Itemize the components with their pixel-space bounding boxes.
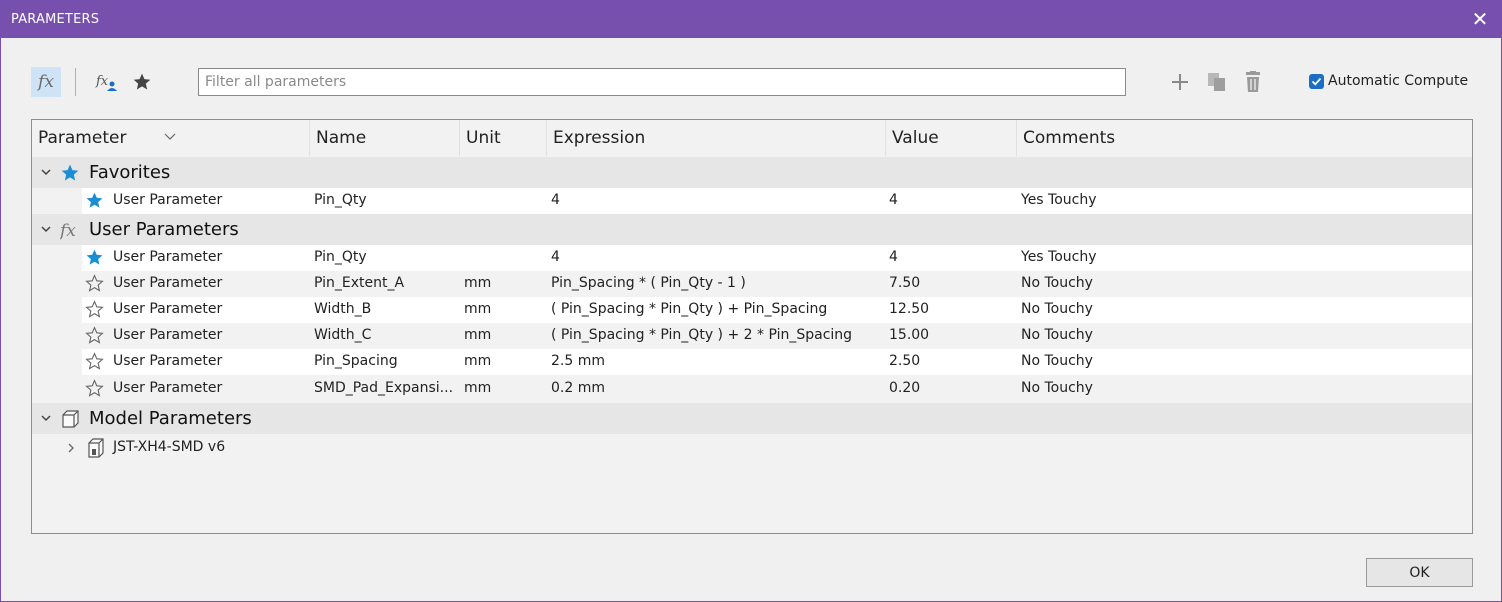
cell-name[interactable]: Pin_Extent_A [314, 275, 456, 291]
dialog-title: PARAMETERS [11, 12, 100, 27]
close-icon[interactable]: ✕ [1469, 8, 1491, 30]
cell-parameter: User Parameter [113, 380, 223, 396]
cell-name[interactable]: Pin_Qty [314, 249, 456, 265]
fx-icon[interactable]: fx [31, 67, 61, 97]
cell-comment[interactable]: No Touchy [1021, 275, 1421, 291]
cell-name[interactable]: SMD_Pad_Expansi... [314, 380, 456, 396]
table-row[interactable]: User Parameter Pin_Spacing mm 2.5 mm 2.5… [82, 349, 1472, 375]
sort-caret-icon [164, 120, 176, 157]
table-row[interactable]: User Parameter SMD_Pad_Expansi... mm 0.2… [82, 376, 1472, 402]
group-model-parameters[interactable]: Model Parameters [32, 403, 1472, 434]
star-filled-icon [60, 163, 80, 183]
checkbox-checked-icon[interactable] [1309, 73, 1324, 89]
cell-comment[interactable]: No Touchy [1021, 353, 1421, 369]
cell-value: 15.00 [889, 327, 930, 343]
column-header-name[interactable]: Name [310, 120, 460, 156]
table-row[interactable]: User Parameter Width_B mm ( Pin_Spacing … [82, 297, 1472, 323]
chevron-down-icon[interactable] [40, 412, 52, 424]
model-component-row[interactable]: JST-XH4-SMD v6 [62, 436, 362, 460]
toolbar: fx fx Automatic Compute [1, 38, 1501, 118]
cell-value: 2.50 [889, 353, 921, 369]
cell-parameter: User Parameter [113, 301, 223, 317]
star-outline-icon[interactable] [85, 379, 104, 398]
cell-name[interactable]: Pin_Spacing [314, 353, 456, 369]
component-name: JST-XH4-SMD v6 [113, 439, 226, 455]
user-parameter-icon[interactable]: fx [91, 67, 121, 97]
cell-comment[interactable]: No Touchy [1021, 327, 1421, 343]
cell-value: 12.50 [889, 301, 930, 317]
column-header-unit[interactable]: Unit [460, 120, 547, 156]
parameters-dialog: PARAMETERS ✕ fx fx Filter all parameters… [0, 0, 1502, 602]
fx-icon: fx [58, 220, 80, 241]
star-icon[interactable] [127, 67, 157, 97]
column-header-comments[interactable]: Comments [1017, 120, 1472, 156]
group-user-parameters[interactable]: fx User Parameters [32, 214, 1472, 245]
cell-unit[interactable]: mm [464, 301, 544, 317]
cell-expression[interactable]: 0.2 mm [551, 380, 881, 396]
star-outline-icon[interactable] [85, 352, 104, 371]
cell-comment[interactable]: No Touchy [1021, 301, 1421, 317]
filter-input[interactable] [198, 68, 1126, 96]
cell-expression[interactable]: Pin_Spacing * ( Pin_Qty - 1 ) [551, 275, 881, 291]
group-title: Model Parameters [89, 408, 252, 429]
cell-expression[interactable]: 4 [551, 192, 881, 208]
cell-parameter: User Parameter [113, 275, 223, 291]
cell-comment[interactable]: Yes Touchy [1021, 192, 1421, 208]
automatic-compute-checkbox[interactable]: Automatic Compute [1309, 73, 1468, 89]
star-outline-icon[interactable] [85, 274, 104, 293]
cell-unit[interactable]: mm [464, 327, 544, 343]
table-row[interactable]: User Parameter Pin_Qty 4 4 Yes Touchy [82, 188, 1472, 214]
cell-expression[interactable]: 4 [551, 249, 881, 265]
svg-text:fx: fx [95, 74, 109, 89]
component-icon [86, 437, 106, 463]
table-row[interactable]: User Parameter Pin_Qty 4 4 Yes Touchy [82, 245, 1472, 271]
star-filled-icon[interactable] [85, 191, 104, 210]
column-header-parameter[interactable]: Parameter [32, 120, 310, 156]
automatic-compute-label: Automatic Compute [1328, 73, 1469, 89]
copy-icon[interactable] [1202, 67, 1232, 97]
toolbar-separator [75, 68, 76, 96]
group-title: User Parameters [89, 219, 239, 240]
group-favorites[interactable]: Favorites [32, 157, 1472, 188]
cell-comment[interactable]: No Touchy [1021, 380, 1421, 396]
cell-unit[interactable]: mm [464, 380, 544, 396]
cell-value: 7.50 [889, 275, 921, 291]
table-header: Parameter Name Unit Expression Value Com… [32, 120, 1472, 156]
group-title: Favorites [89, 162, 171, 183]
cell-parameter: User Parameter [113, 192, 223, 208]
chevron-right-icon[interactable] [66, 442, 76, 458]
cell-value: 4 [889, 249, 898, 265]
cell-parameter: User Parameter [113, 327, 223, 343]
trash-icon[interactable] [1238, 67, 1268, 97]
column-header-expression[interactable]: Expression [547, 120, 886, 156]
column-header-value[interactable]: Value [886, 120, 1017, 156]
svg-text:fx: fx [60, 221, 76, 240]
star-outline-icon[interactable] [85, 300, 104, 319]
star-filled-icon[interactable] [85, 248, 104, 267]
cell-name[interactable]: Width_C [314, 327, 456, 343]
chevron-down-icon[interactable] [40, 223, 52, 235]
plus-icon[interactable] [1165, 67, 1195, 97]
table-row[interactable]: User Parameter Pin_Extent_A mm Pin_Spaci… [82, 271, 1472, 297]
cell-value: 4 [889, 192, 898, 208]
cell-expression[interactable]: ( Pin_Spacing * Pin_Qty ) + Pin_Spacing [551, 301, 881, 317]
cell-parameter: User Parameter [113, 249, 223, 265]
title-bar: PARAMETERS ✕ [1, 1, 1501, 38]
cell-unit[interactable]: mm [464, 275, 544, 291]
cell-expression[interactable]: ( Pin_Spacing * Pin_Qty ) + 2 * Pin_Spac… [551, 327, 881, 343]
chevron-down-icon[interactable] [40, 166, 52, 178]
cell-value: 0.20 [889, 380, 921, 396]
cell-comment[interactable]: Yes Touchy [1021, 249, 1421, 265]
star-outline-icon[interactable] [85, 326, 104, 345]
cell-parameter: User Parameter [113, 353, 223, 369]
ok-button[interactable]: OK [1366, 558, 1473, 587]
cell-name[interactable]: Pin_Qty [314, 192, 456, 208]
model-box-icon [60, 409, 80, 429]
column-header-label: Parameter [38, 128, 127, 148]
cell-expression[interactable]: 2.5 mm [551, 353, 881, 369]
parameters-table: Parameter Name Unit Expression Value Com… [31, 119, 1473, 534]
cell-unit[interactable]: mm [464, 353, 544, 369]
table-row[interactable]: User Parameter Width_C mm ( Pin_Spacing … [82, 323, 1472, 349]
cell-name[interactable]: Width_B [314, 301, 456, 317]
